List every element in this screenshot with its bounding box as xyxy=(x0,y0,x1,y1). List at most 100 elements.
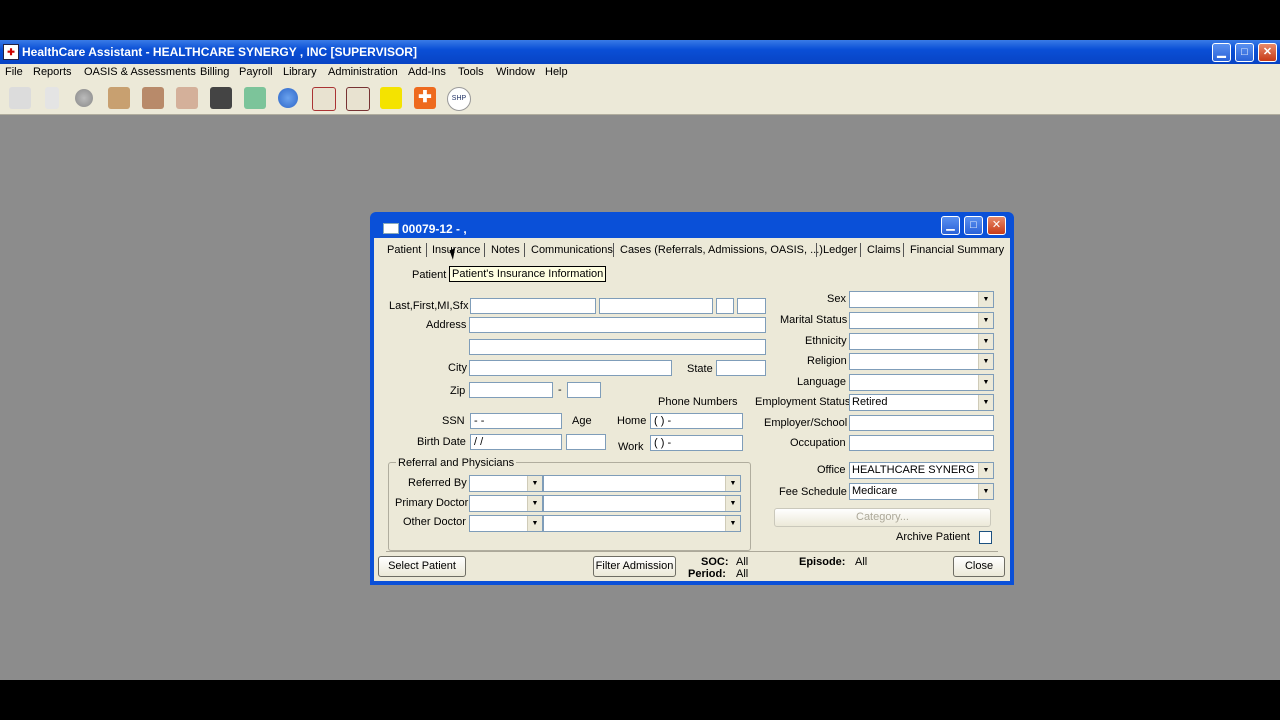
tab-separator xyxy=(426,243,427,257)
city-label: City xyxy=(448,362,467,374)
tab-separator xyxy=(613,243,614,257)
help-icon[interactable] xyxy=(278,88,298,108)
tab-financial-summary[interactable]: Financial Summary xyxy=(910,244,1004,256)
team-icon[interactable] xyxy=(142,87,164,109)
last-name-field[interactable] xyxy=(470,298,596,314)
tab-cases[interactable]: Cases (Referrals, Admissions, OASIS, ...… xyxy=(620,244,823,256)
smiley-icon[interactable] xyxy=(380,87,402,109)
menu-oasis[interactable]: OASIS & Assessments xyxy=(84,66,196,78)
category-button[interactable]: Category... xyxy=(774,508,991,527)
menu-window[interactable]: Window xyxy=(496,66,535,78)
dialog-minimize-icon[interactable]: ▁ xyxy=(941,216,960,235)
name-label: Last,First,MI,Sfx xyxy=(389,300,469,312)
shp-icon[interactable]: SHP xyxy=(447,87,471,111)
birth-date-label: Birth Date xyxy=(417,436,466,448)
occupation-field[interactable] xyxy=(849,435,994,451)
tab-separator xyxy=(816,243,817,257)
tab-patient[interactable]: Patient xyxy=(387,244,421,256)
select-patient-button[interactable]: Select Patient xyxy=(378,556,466,577)
dialog-close-icon[interactable]: ✕ xyxy=(987,216,1006,235)
mi-field[interactable] xyxy=(716,298,734,314)
state-field[interactable] xyxy=(716,360,766,376)
fee-schedule-label: Fee Schedule xyxy=(779,486,847,498)
other-doctor-code-select[interactable]: ▼ xyxy=(469,515,543,532)
soc-label: SOC: xyxy=(701,556,729,568)
menu-bar: File Reports OASIS & Assessments Billing… xyxy=(0,64,1280,82)
chevron-down-icon: ▼ xyxy=(978,484,993,499)
phone-numbers-label: Phone Numbers xyxy=(658,396,738,408)
fee-schedule-value: Medicare xyxy=(852,485,898,497)
tab-separator xyxy=(903,243,904,257)
work-phone-field[interactable]: ( ) - xyxy=(650,435,743,451)
calendar-icon[interactable] xyxy=(176,87,198,109)
menu-file[interactable]: File xyxy=(5,66,23,78)
sex-select[interactable]: ▼ xyxy=(849,291,994,308)
document-icon[interactable] xyxy=(9,87,31,109)
primary-doctor-name-select[interactable]: ▼ xyxy=(543,495,741,512)
other-doctor-label: Other Doctor xyxy=(403,516,466,528)
birth-date-field[interactable]: / / xyxy=(470,434,562,450)
tab-ledger[interactable]: Ledger xyxy=(823,244,857,256)
menu-payroll[interactable]: Payroll xyxy=(239,66,273,78)
dialog-icon xyxy=(383,223,399,234)
stop-icon[interactable] xyxy=(75,89,93,107)
first-name-field[interactable] xyxy=(599,298,713,314)
people-icon[interactable] xyxy=(108,87,130,109)
car-icon[interactable] xyxy=(210,87,232,109)
language-select[interactable]: ▼ xyxy=(849,374,994,391)
religion-select[interactable]: ▼ xyxy=(849,353,994,370)
app-title: HealthCare Assistant - HEALTHCARE SYNERG… xyxy=(22,45,417,59)
fee-schedule-select[interactable]: Medicare ▼ xyxy=(849,483,994,500)
menu-library[interactable]: Library xyxy=(283,66,317,78)
address-line1-field[interactable] xyxy=(469,317,766,333)
employment-status-select[interactable]: Retired ▼ xyxy=(849,394,994,411)
marital-status-select[interactable]: ▼ xyxy=(849,312,994,329)
referred-by-code-select[interactable]: ▼ xyxy=(469,475,543,492)
other-doctor-name-select[interactable]: ▼ xyxy=(543,515,741,532)
house-icon[interactable] xyxy=(346,87,370,111)
employment-status-label: Employment Status xyxy=(755,396,851,408)
ethnicity-select[interactable]: ▼ xyxy=(849,333,994,350)
ssn-field[interactable]: - - xyxy=(470,413,562,429)
home-phone-field[interactable]: ( ) - xyxy=(650,413,743,429)
app-icon: ✚ xyxy=(3,44,19,60)
zip-ext-field[interactable] xyxy=(567,382,601,398)
close-button[interactable]: Close xyxy=(953,556,1005,577)
referral-group-title: Referral and Physicians xyxy=(396,457,517,469)
menu-help[interactable]: Help xyxy=(545,66,568,78)
archive-patient-checkbox[interactable] xyxy=(979,531,992,544)
tab-claims[interactable]: Claims xyxy=(867,244,901,256)
menu-add-ins[interactable]: Add-Ins xyxy=(408,66,446,78)
zip-field[interactable] xyxy=(469,382,553,398)
city-field[interactable] xyxy=(469,360,672,376)
maximize-icon[interactable]: □ xyxy=(1235,43,1254,62)
referred-by-name-select[interactable]: ▼ xyxy=(543,475,741,492)
menu-reports[interactable]: Reports xyxy=(33,66,72,78)
patient-section-label: Patient xyxy=(412,269,447,281)
office-select[interactable]: HEALTHCARE SYNERG ▼ xyxy=(849,462,994,479)
app-title-bar[interactable]: ✚ HealthCare Assistant - HEALTHCARE SYNE… xyxy=(0,40,1280,64)
tab-notes[interactable]: Notes xyxy=(491,244,520,256)
checkmark-heart-icon[interactable] xyxy=(244,87,266,109)
age-field[interactable] xyxy=(566,434,606,450)
language-label: Language xyxy=(797,376,846,388)
dialog-maximize-icon[interactable]: □ xyxy=(964,216,983,235)
home-icon[interactable] xyxy=(312,87,336,111)
employer-school-field[interactable] xyxy=(849,415,994,431)
suffix-field[interactable] xyxy=(737,298,766,314)
primary-doctor-code-select[interactable]: ▼ xyxy=(469,495,543,512)
filter-admission-button[interactable]: Filter Admission xyxy=(593,556,676,577)
minimize-icon[interactable]: ▁ xyxy=(1212,43,1231,62)
episode-value: All xyxy=(855,556,868,568)
tab-communications[interactable]: Communications xyxy=(531,244,613,256)
address-line2-field[interactable] xyxy=(469,339,766,355)
medical-cross-icon[interactable]: ✚ xyxy=(414,87,436,109)
employment-status-value: Retired xyxy=(852,396,888,408)
chevron-down-icon: ▼ xyxy=(527,516,542,531)
menu-administration[interactable]: Administration xyxy=(328,66,398,78)
close-icon[interactable]: ✕ xyxy=(1258,43,1277,62)
episode-label: Episode: xyxy=(799,556,846,568)
menu-billing[interactable]: Billing xyxy=(200,66,229,78)
blank-page-icon[interactable] xyxy=(45,87,59,109)
menu-tools[interactable]: Tools xyxy=(458,66,484,78)
